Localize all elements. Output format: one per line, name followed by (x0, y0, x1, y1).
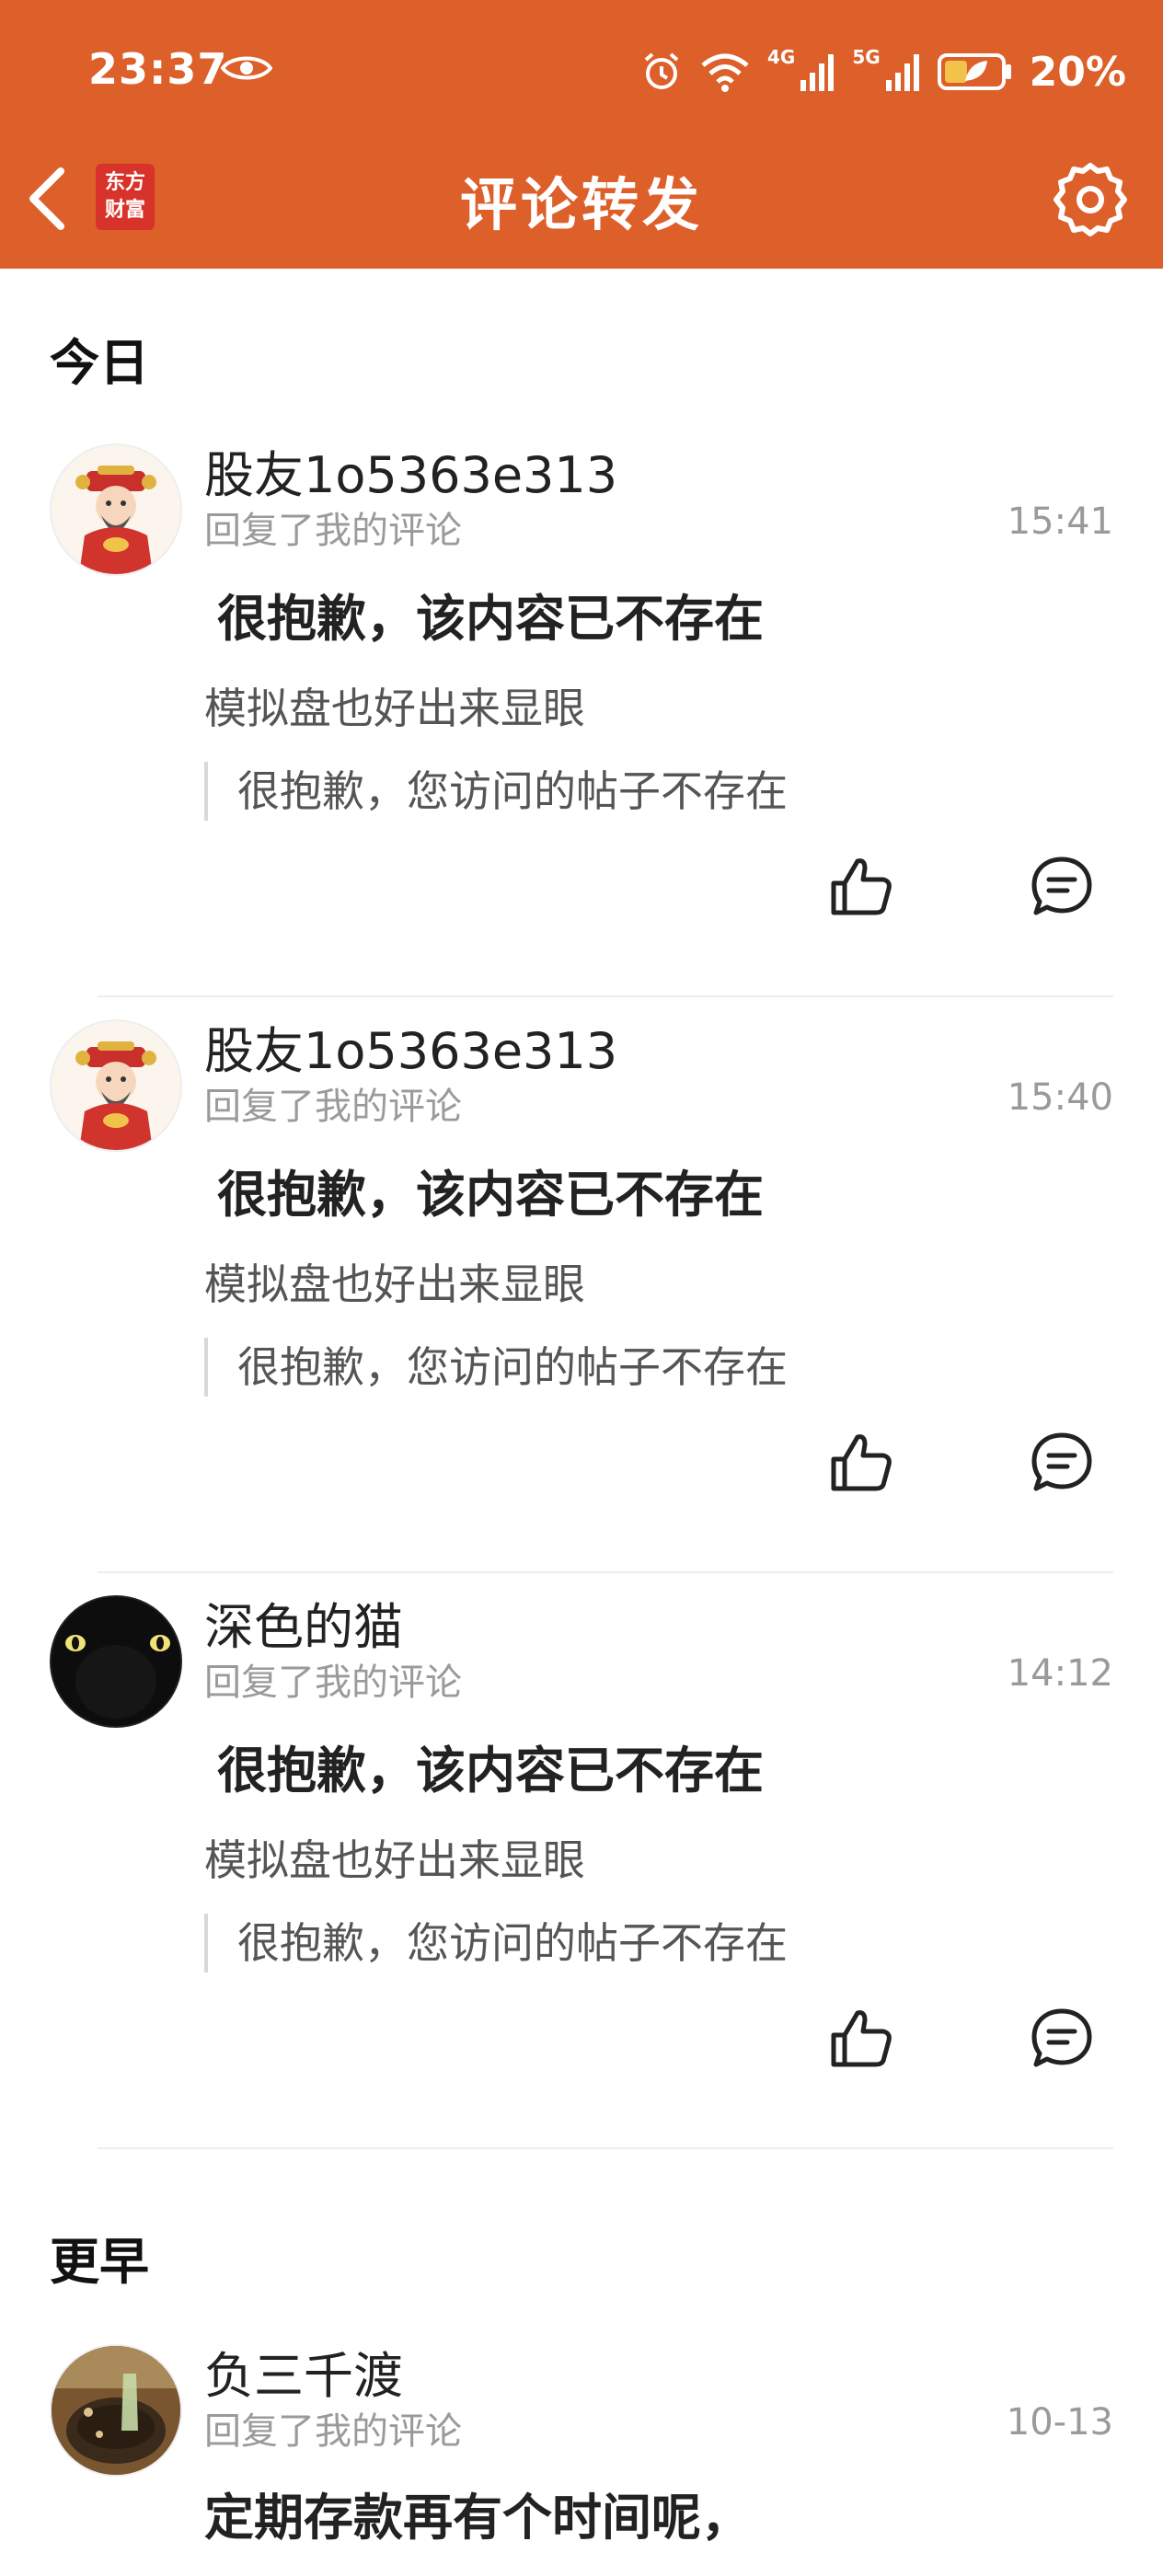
action-text: 回复了我的评论 (204, 2410, 462, 2453)
timestamp: 14:12 (1007, 1652, 1113, 1695)
list-item[interactable]: 股友1o5363e313 回复了我的评论 15:40 很抱歉，该内容已不存在 模… (0, 997, 1163, 1573)
action-text: 回复了我的评论 (204, 1086, 462, 1128)
wifi-icon (701, 53, 749, 92)
quoted-post[interactable]: 很抱歉，您访问的帖子不存在 (204, 1338, 788, 1397)
list-item[interactable]: 负三千渡 回复了我的评论 10-13 定期存款再有个时间呢， (0, 2322, 1163, 2576)
timestamp: 10-13 (1006, 2401, 1113, 2444)
thumbs-up-icon[interactable] (828, 2006, 894, 2072)
photo-avatar-icon (52, 2346, 180, 2475)
black-cat-avatar-icon (52, 1597, 180, 1726)
page-title: 评论转发 (459, 171, 703, 238)
avatar[interactable] (50, 1595, 182, 1728)
my-comment-text[interactable]: 模拟盘也好出来显眼 (204, 1251, 585, 1312)
eye-icon (221, 56, 272, 80)
avatar[interactable] (50, 443, 182, 576)
avatar[interactable] (50, 2344, 182, 2477)
battery-icon (937, 53, 1011, 90)
thumbs-up-icon[interactable] (828, 1430, 894, 1496)
divider (98, 2147, 1113, 2149)
status-indicators: 4G 5G 20% (640, 44, 1126, 99)
status-time: 23:37 (88, 44, 228, 94)
quoted-post[interactable]: 很抱歉，您访问的帖子不存在 (204, 1914, 788, 1972)
cell-signal-icon (800, 54, 835, 91)
list-item[interactable]: 股友1o5363e313 回复了我的评论 15:41 很抱歉，该内容已不存在 模… (0, 421, 1163, 997)
gear-icon[interactable] (1053, 162, 1128, 237)
comment-icon[interactable] (1029, 2006, 1095, 2072)
action-text: 回复了我的评论 (204, 510, 462, 552)
avatar[interactable] (50, 1019, 182, 1152)
username[interactable]: 负三千渡 (204, 2335, 403, 2408)
thumbs-up-icon[interactable] (828, 854, 894, 920)
quoted-post[interactable]: 很抱歉，您访问的帖子不存在 (204, 762, 788, 821)
battery-percent: 20% (1029, 48, 1126, 96)
timestamp: 15:40 (1007, 1076, 1113, 1119)
comment-icon[interactable] (1029, 1430, 1095, 1496)
reply-content[interactable]: 很抱歉，该内容已不存在 (217, 1154, 764, 1226)
network-4g-label: 4G (766, 46, 796, 68)
list-item[interactable]: 深色的猫 回复了我的评论 14:12 很抱歉，该内容已不存在 模拟盘也好出来显眼… (0, 1573, 1163, 2149)
timestamp: 15:41 (1007, 500, 1113, 543)
section-title-earlier: 更早 (50, 2233, 149, 2291)
cell-signal-icon (885, 54, 919, 91)
network-5g-label: 5G (852, 46, 881, 68)
my-comment-text[interactable]: 模拟盘也好出来显眼 (204, 675, 585, 736)
my-comment-text[interactable]: 模拟盘也好出来显眼 (204, 1827, 585, 1888)
section-title-today: 今日 (50, 334, 149, 392)
reply-content[interactable]: 很抱歉，该内容已不存在 (217, 578, 764, 650)
username[interactable]: 深色的猫 (204, 1586, 403, 1659)
alarm-icon (644, 52, 679, 89)
top-app-bar: 23:37 4G 5G 20% 东方 财富 评论转发 (0, 0, 1163, 269)
action-text: 回复了我的评论 (204, 1662, 462, 1704)
god-of-wealth-avatar-icon (52, 1021, 180, 1150)
god-of-wealth-avatar-icon (52, 445, 180, 574)
comment-icon[interactable] (1029, 854, 1095, 920)
reply-content[interactable]: 定期存款再有个时间呢， (204, 2477, 751, 2549)
username[interactable]: 股友1o5363e313 (204, 434, 617, 507)
username[interactable]: 股友1o5363e313 (204, 1010, 617, 1083)
reply-content[interactable]: 很抱歉，该内容已不存在 (217, 1730, 764, 1802)
